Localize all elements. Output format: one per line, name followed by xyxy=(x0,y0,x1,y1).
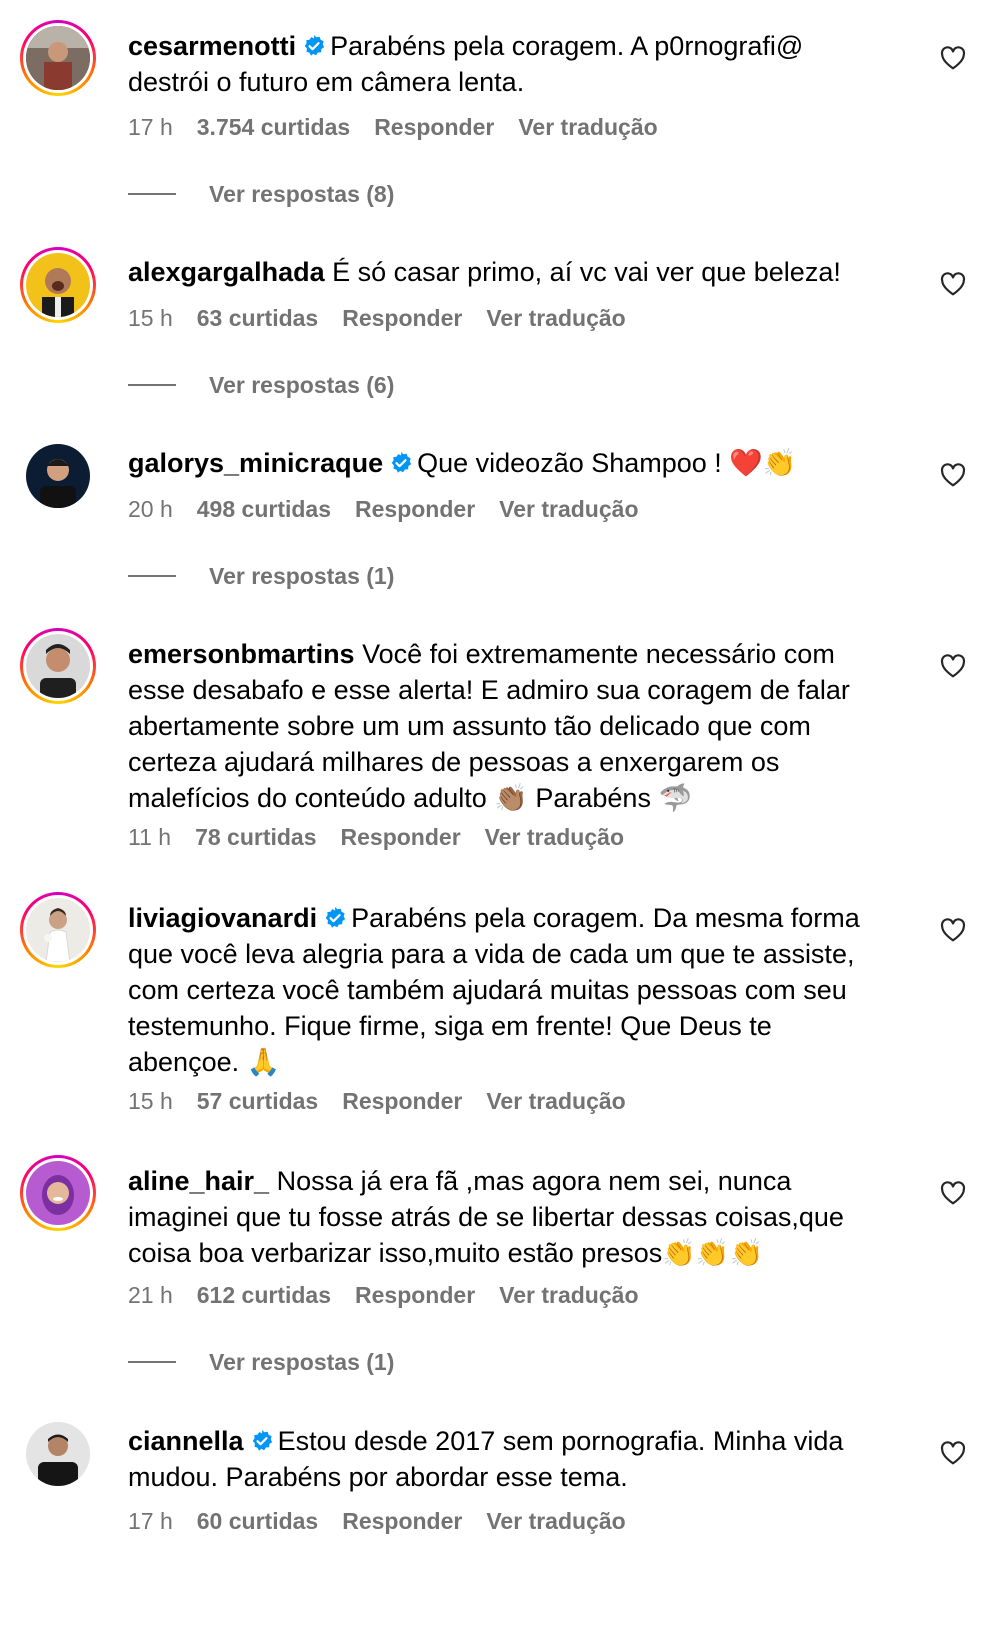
comment-time: 15 h xyxy=(128,305,173,331)
comment-time: 17 h xyxy=(128,1508,173,1534)
translate-button[interactable]: Ver tradução xyxy=(518,114,657,140)
replies-divider xyxy=(128,193,176,196)
likes-count[interactable]: 78 curtidas xyxy=(195,824,316,850)
reply-button[interactable]: Responder xyxy=(374,114,494,140)
view-replies-button[interactable]: Ver respostas (6) xyxy=(128,372,394,399)
comment-username[interactable]: emersonbmartins xyxy=(128,639,355,669)
likes-count[interactable]: 63 curtidas xyxy=(197,305,318,331)
avatar[interactable] xyxy=(26,444,90,508)
comment-text: cesarmenotti Parabéns pela coragem. A p0r… xyxy=(128,28,888,100)
avatar-photo xyxy=(26,898,90,962)
translate-button[interactable]: Ver tradução xyxy=(486,1508,625,1534)
avatar[interactable] xyxy=(20,20,96,96)
comment-username[interactable]: liviagiovanardi xyxy=(128,903,317,933)
comment-username[interactable]: aline_hair_ xyxy=(128,1166,269,1196)
reply-button[interactable]: Responder xyxy=(342,1508,462,1534)
replies-divider xyxy=(128,1361,176,1364)
avatar[interactable] xyxy=(20,892,96,968)
avatar-photo xyxy=(26,444,90,508)
heart-outline-icon[interactable] xyxy=(940,46,966,70)
reply-button[interactable]: Responder xyxy=(355,1282,475,1308)
heart-outline-icon[interactable] xyxy=(940,463,966,487)
view-replies-label: Ver respostas (6) xyxy=(209,372,395,398)
comment-meta: 21 h 612 curtidas Responder Ver tradução xyxy=(128,1282,663,1309)
translate-button[interactable]: Ver tradução xyxy=(486,305,625,331)
comment-meta: 15 h 57 curtidas Responder Ver tradução xyxy=(128,1088,650,1115)
comment-username[interactable]: ciannella xyxy=(128,1426,244,1456)
reply-button[interactable]: Responder xyxy=(355,496,475,522)
verified-badge-icon xyxy=(391,452,412,473)
avatar[interactable] xyxy=(20,628,96,704)
likes-count[interactable]: 57 curtidas xyxy=(197,1088,318,1114)
likes-count[interactable]: 612 curtidas xyxy=(197,1282,331,1308)
heart-outline-icon[interactable] xyxy=(940,1441,966,1465)
avatar[interactable] xyxy=(26,1422,90,1486)
comment-text: ciannella Estou desde 2017 sem pornografi… xyxy=(128,1423,888,1495)
verified-badge-icon xyxy=(325,907,346,928)
reply-button[interactable]: Responder xyxy=(342,305,462,331)
replies-divider xyxy=(128,384,176,387)
replies-divider xyxy=(128,575,176,578)
comment-text: alexgargalhada É só casar primo, aí vc v… xyxy=(128,254,888,290)
view-replies-button[interactable]: Ver respostas (1) xyxy=(128,1349,394,1376)
comment-username[interactable]: galorys_minicraque xyxy=(128,448,383,478)
verified-badge-icon xyxy=(252,1430,272,1451)
comment-username[interactable]: alexgargalhada xyxy=(128,257,325,287)
avatar[interactable] xyxy=(20,247,96,323)
avatar[interactable] xyxy=(20,1155,96,1231)
avatar-photo xyxy=(26,1161,90,1225)
comment-meta: 17 h 3.754 curtidas Responder Ver tradução xyxy=(128,114,682,141)
likes-count[interactable]: 3.754 curtidas xyxy=(197,114,350,140)
comment-username[interactable]: cesarmenotti xyxy=(128,31,296,61)
translate-button[interactable]: Ver tradução xyxy=(499,1282,638,1308)
heart-outline-icon[interactable] xyxy=(940,1181,966,1205)
comment-text: aline_hair_ Nossa já era fã ,mas agora n… xyxy=(128,1163,888,1271)
comment-time: 17 h xyxy=(128,114,173,140)
avatar-photo xyxy=(26,634,90,698)
translate-button[interactable]: Ver tradução xyxy=(499,496,638,522)
heart-outline-icon[interactable] xyxy=(940,272,966,296)
comment-text: emersonbmartins Você foi extremamente ne… xyxy=(128,636,888,816)
comment-time: 21 h xyxy=(128,1282,173,1308)
view-replies-label: Ver respostas (8) xyxy=(209,181,395,207)
heart-outline-icon[interactable] xyxy=(940,654,966,678)
comment-meta: 20 h 498 curtidas Responder Ver tradução xyxy=(128,496,663,523)
comment-body: Que videozão Shampoo ! ❤️👏 xyxy=(417,448,797,478)
likes-count[interactable]: 498 curtidas xyxy=(197,496,331,522)
view-replies-label: Ver respostas (1) xyxy=(209,563,395,589)
comment-body: É só casar primo, aí vc vai ver que bele… xyxy=(332,257,841,287)
comment-meta: 15 h 63 curtidas Responder Ver tradução xyxy=(128,305,650,332)
avatar-photo xyxy=(26,1422,90,1486)
reply-button[interactable]: Responder xyxy=(342,1088,462,1114)
avatar-photo xyxy=(26,253,90,317)
comment-time: 15 h xyxy=(128,1088,173,1114)
comment-text: liviagiovanardi Parabéns pela coragem. Da… xyxy=(128,900,888,1080)
likes-count[interactable]: 60 curtidas xyxy=(197,1508,318,1534)
comment-meta: 17 h 60 curtidas Responder Ver tradução xyxy=(128,1508,650,1535)
verified-badge-icon xyxy=(304,35,325,56)
comment-text: galorys_minicraque Que videozão Shampoo !… xyxy=(128,445,888,481)
comment-time: 11 h xyxy=(128,824,172,850)
view-replies-button[interactable]: Ver respostas (1) xyxy=(128,563,394,590)
view-replies-button[interactable]: Ver respostas (8) xyxy=(128,181,394,208)
reply-button[interactable]: Responder xyxy=(341,824,461,850)
translate-button[interactable]: Ver tradução xyxy=(486,1088,625,1114)
comment-meta: 11 h 78 curtidas Responder Ver tradução xyxy=(128,824,648,851)
view-replies-label: Ver respostas (1) xyxy=(209,1349,395,1375)
translate-button[interactable]: Ver tradução xyxy=(485,824,624,850)
heart-outline-icon[interactable] xyxy=(940,918,966,942)
comment-time: 20 h xyxy=(128,496,173,522)
avatar-photo xyxy=(26,26,90,90)
